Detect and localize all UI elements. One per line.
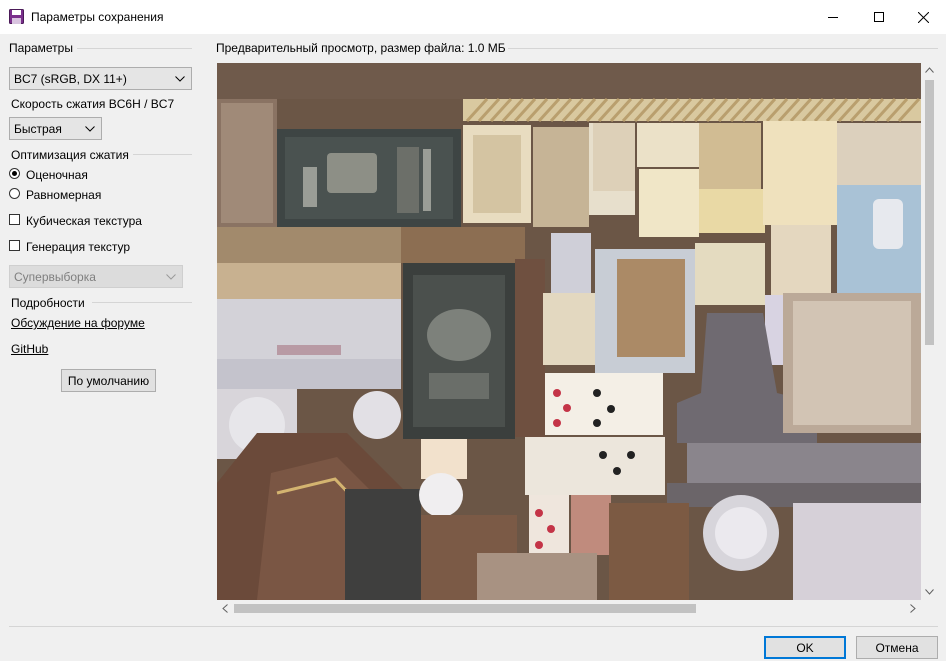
details-label: Подробности <box>11 296 85 310</box>
scroll-up-arrow-icon[interactable] <box>925 67 934 73</box>
vertical-scrollbar[interactable] <box>921 63 938 600</box>
speed-select[interactable]: Быстрая <box>9 117 102 140</box>
radio-estimated[interactable]: Оценочная <box>9 168 129 182</box>
window-title: Параметры сохранения <box>31 10 164 24</box>
forum-link[interactable]: Обсуждение на форуме <box>11 316 145 330</box>
radio-estimated-circle[interactable] <box>9 168 20 179</box>
mipmaps-checkbox-box[interactable] <box>9 240 20 251</box>
github-link[interactable]: GitHub <box>11 342 48 356</box>
cubemap-checkbox[interactable]: Кубическая текстура <box>9 214 169 228</box>
supersampling-select: Супервыборка <box>9 265 183 288</box>
optimization-divider <box>133 154 192 155</box>
scroll-down-arrow-icon[interactable] <box>925 589 934 595</box>
speed-select-value: Быстрая <box>14 121 62 136</box>
radio-uniform[interactable]: Равномерная <box>9 188 129 202</box>
footer-divider <box>9 626 938 627</box>
speed-label: Скорость сжатия BC6H / BC7 <box>11 97 175 111</box>
vertical-scroll-thumb[interactable] <box>925 80 934 345</box>
minimize-button[interactable] <box>810 0 856 34</box>
maximize-button[interactable] <box>856 0 902 34</box>
preview-label: Предварительный просмотр, размер файла: … <box>216 41 506 55</box>
radio-uniform-circle[interactable] <box>9 188 20 199</box>
optimization-label: Оптимизация сжатия <box>11 148 129 162</box>
mipmaps-label: Генерация текстур <box>26 240 131 254</box>
chevron-down-icon <box>85 125 95 132</box>
cubemap-label: Кубическая текстура <box>26 214 142 228</box>
close-icon <box>917 11 929 23</box>
default-button[interactable]: По умолчанию <box>61 369 156 392</box>
texture-preview <box>217 63 921 600</box>
chevron-down-icon <box>166 273 176 280</box>
horizontal-scrollbar[interactable] <box>217 600 921 617</box>
details-divider <box>92 302 192 303</box>
maximize-icon <box>874 12 884 22</box>
params-divider <box>77 48 192 49</box>
radio-uniform-label: Равномерная <box>26 188 102 202</box>
mipmaps-checkbox[interactable]: Генерация текстур <box>9 240 169 254</box>
scroll-left-arrow-icon[interactable] <box>222 604 228 613</box>
close-button[interactable] <box>900 0 946 34</box>
preview-divider <box>508 48 938 49</box>
radio-estimated-label: Оценочная <box>26 168 88 182</box>
format-select-value: BC7 (sRGB, DX 11+) <box>14 71 127 86</box>
scroll-right-arrow-icon[interactable] <box>910 604 916 613</box>
ok-button[interactable]: OK <box>764 636 846 659</box>
minimize-icon <box>828 17 838 18</box>
chevron-down-icon <box>175 75 185 82</box>
cancel-button[interactable]: Отмена <box>856 636 938 659</box>
horizontal-scroll-thumb[interactable] <box>234 604 696 613</box>
floppy-disk-icon <box>9 9 24 24</box>
cubemap-checkbox-box[interactable] <box>9 214 20 225</box>
texture-atlas-image <box>217 63 921 600</box>
title-bar: Параметры сохранения <box>0 0 946 34</box>
format-select[interactable]: BC7 (sRGB, DX 11+) <box>9 67 192 90</box>
supersampling-select-value: Супервыборка <box>14 269 96 284</box>
params-group-label: Параметры <box>9 41 73 55</box>
